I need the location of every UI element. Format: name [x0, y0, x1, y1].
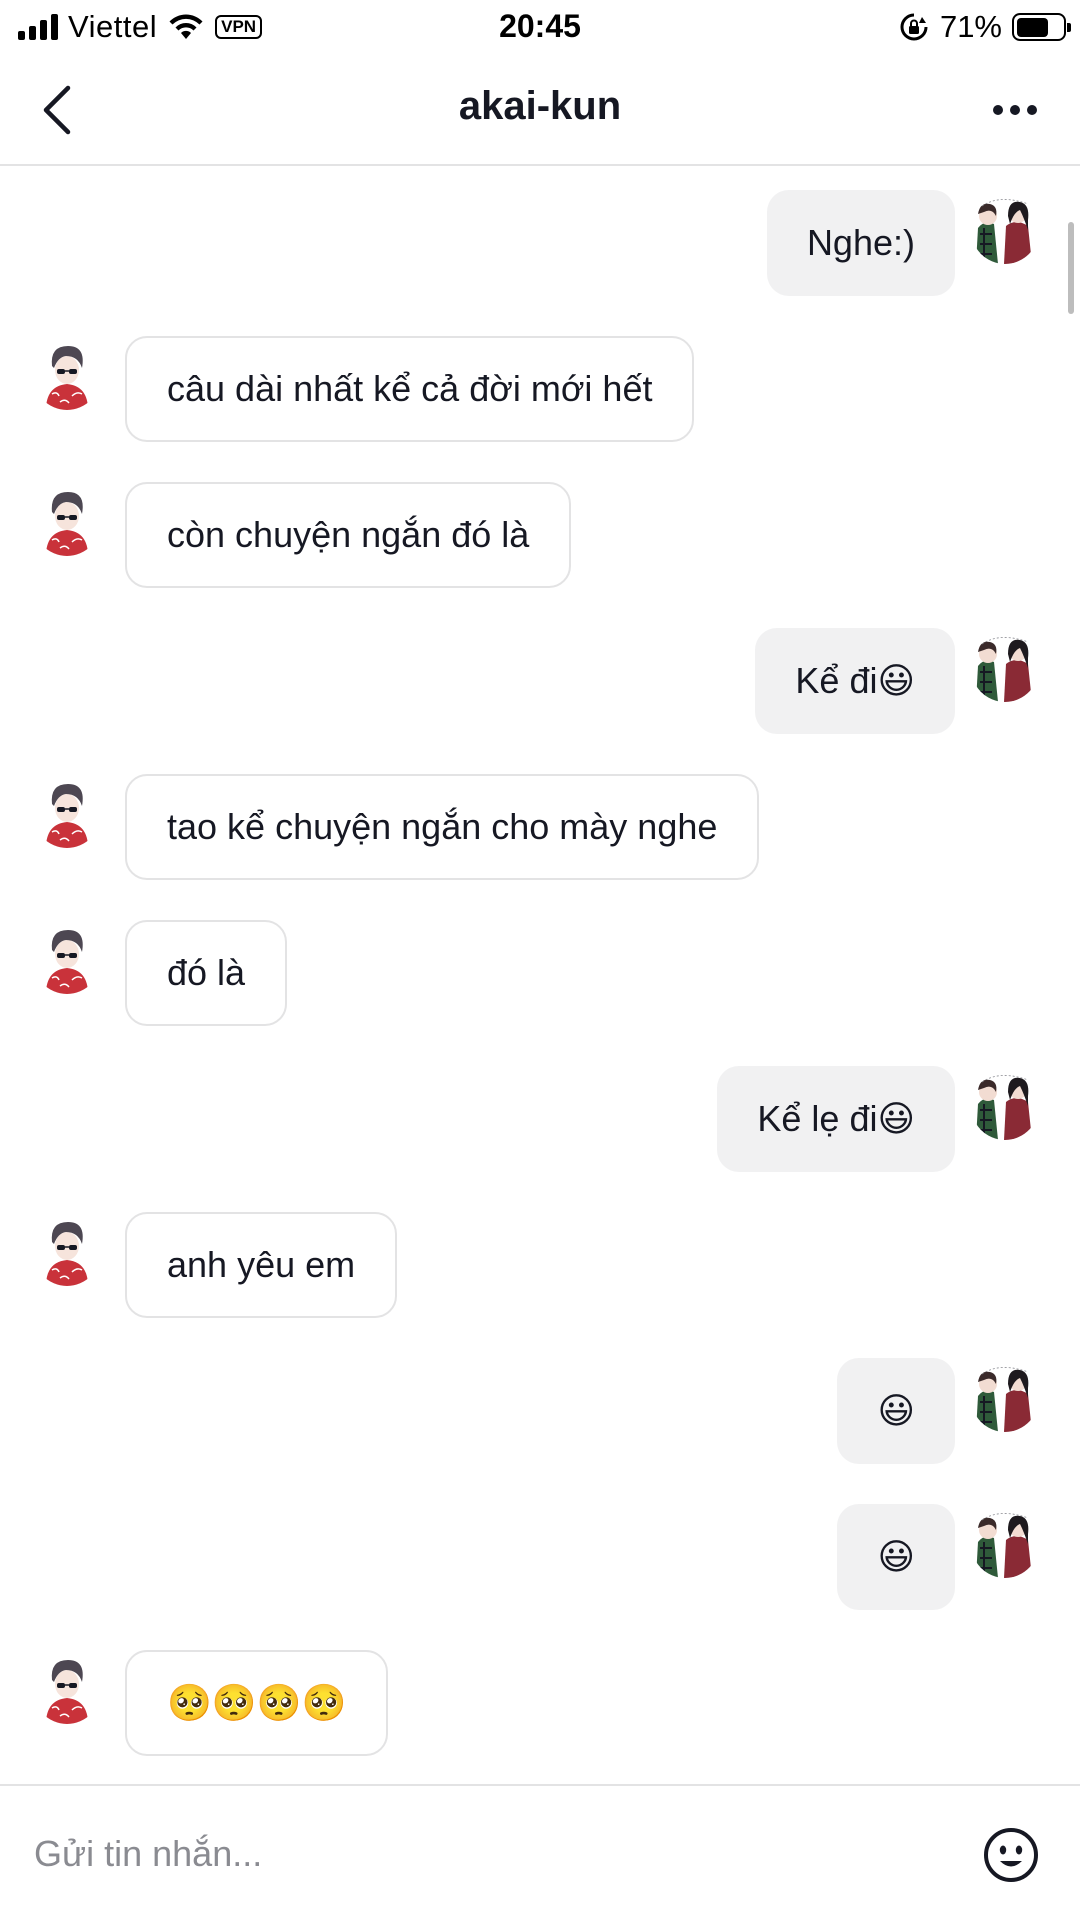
- sent-message-bubble[interactable]: Kể lẹ đi😃: [717, 1066, 955, 1172]
- received-message-row: đó là: [0, 920, 1080, 1026]
- contact-avatar[interactable]: [32, 1212, 102, 1286]
- battery-percent: 71%: [939, 9, 1002, 44]
- received-message-bubble[interactable]: đó là: [125, 920, 288, 1026]
- message-text: 🥺🥺🥺🥺: [167, 1682, 347, 1723]
- message-text: đó là: [167, 952, 246, 993]
- message-text: còn chuyện ngắn đó là: [167, 514, 530, 555]
- contact-avatar[interactable]: [32, 336, 102, 410]
- received-message-row: câu dài nhất kể cả đời mới hết: [0, 336, 1080, 442]
- sent-message-row: 😃: [0, 1504, 1080, 1610]
- message-text: Kể đi😃: [795, 660, 915, 701]
- received-message-bubble[interactable]: còn chuyện ngắn đó là: [125, 482, 572, 588]
- received-message-row: tao kể chuyện ngắn cho mày nghe: [0, 774, 1080, 880]
- message-composer: [0, 1784, 1080, 1920]
- emoji-picker-icon[interactable]: [982, 1826, 1040, 1884]
- my-avatar[interactable]: [970, 1358, 1040, 1432]
- sent-message-bubble[interactable]: Kể đi😃: [755, 628, 955, 734]
- sent-message-bubble[interactable]: 😃: [837, 1504, 955, 1610]
- sent-message-bubble[interactable]: 😃: [837, 1358, 955, 1464]
- orientation-lock-icon: [900, 13, 928, 41]
- status-bar: Viettel VPN 20:45 71%: [0, 0, 1080, 54]
- my-avatar[interactable]: [970, 628, 1040, 702]
- more-options-icon[interactable]: [980, 80, 1050, 140]
- my-avatar[interactable]: [970, 1066, 1040, 1140]
- status-right: 71%: [898, 9, 1071, 44]
- chat-title: akai-kun: [458, 84, 622, 128]
- received-message-bubble[interactable]: 🥺🥺🥺🥺: [125, 1650, 389, 1756]
- battery-icon: [1012, 13, 1071, 41]
- received-message-row: còn chuyện ngắn đó là: [0, 482, 1080, 588]
- message-text: câu dài nhất kể cả đời mới hết: [167, 368, 653, 409]
- received-message-bubble[interactable]: tao kể chuyện ngắn cho mày nghe: [125, 774, 760, 880]
- sent-message-row: Kể lẹ đi😃: [0, 1066, 1080, 1172]
- message-text: tao kể chuyện ngắn cho mày nghe: [167, 806, 718, 847]
- received-message-row: 🥺🥺🥺🥺: [0, 1650, 1080, 1756]
- contact-avatar[interactable]: [32, 920, 102, 994]
- message-text: 😃: [877, 1390, 915, 1431]
- received-message-bubble[interactable]: anh yêu em: [125, 1212, 398, 1318]
- contact-avatar[interactable]: [32, 482, 102, 556]
- contact-avatar[interactable]: [32, 1650, 102, 1724]
- chat-header: akai-kun: [0, 54, 1080, 166]
- message-text: Nghe:): [806, 222, 915, 263]
- received-message-bubble[interactable]: câu dài nhất kể cả đời mới hết: [125, 336, 695, 442]
- received-message-row: anh yêu em: [0, 1212, 1080, 1318]
- sent-message-bubble[interactable]: Nghe:): [766, 190, 955, 296]
- message-text: 😃: [877, 1536, 915, 1577]
- battery-fill: [1016, 17, 1049, 37]
- sent-message-row: Nghe:): [0, 190, 1080, 296]
- sent-message-row: Kể đi😃: [0, 628, 1080, 734]
- message-list[interactable]: Nghe:) câu dài nhất kể cả đời mới hết cò…: [0, 168, 1080, 1784]
- my-avatar[interactable]: [970, 190, 1040, 264]
- my-avatar[interactable]: [970, 1504, 1040, 1578]
- sent-message-row: 😃: [0, 1358, 1080, 1464]
- contact-avatar[interactable]: [32, 774, 102, 848]
- message-input[interactable]: [34, 1824, 934, 1884]
- message-text: Kể lẹ đi😃: [757, 1098, 915, 1139]
- message-text: anh yêu em: [167, 1244, 356, 1285]
